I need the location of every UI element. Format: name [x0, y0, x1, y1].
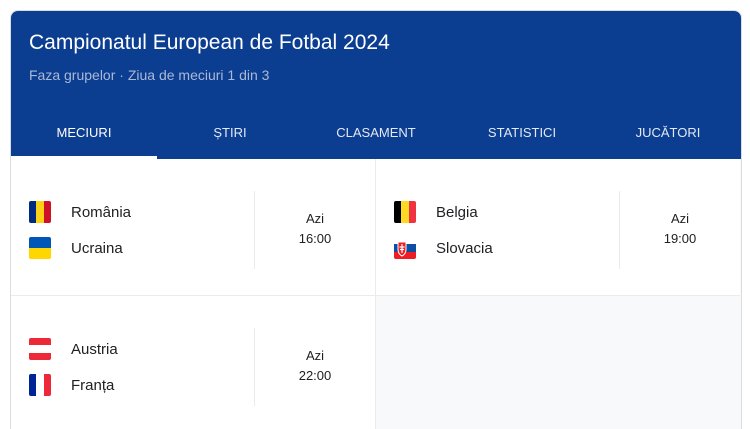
match-card[interactable]: Belgia Slovacia Azi 19:00: [376, 159, 740, 296]
match-day: Azi: [670, 211, 690, 226]
tab-meciuri[interactable]: MECIURI: [11, 111, 157, 159]
match-time: Azi 19:00: [620, 209, 740, 249]
home-team: România: [29, 200, 131, 224]
match-card[interactable]: Austria Franța Azi 22:00: [11, 296, 376, 429]
romania-flag-icon: [29, 201, 51, 223]
tournament-title[interactable]: Campionatul European de Fotbal 2024: [29, 31, 390, 55]
team-name: Austria: [71, 340, 118, 358]
tab-clasament[interactable]: CLASAMENT: [303, 111, 449, 159]
kickoff-time: 16:00: [298, 231, 332, 246]
tab-stiri[interactable]: ȘTIRI: [157, 111, 303, 159]
tab-bar: MECIURI ȘTIRI CLASAMENT STATISTICI JUCĂT…: [11, 111, 741, 159]
slovakia-flag-icon: [394, 237, 416, 259]
team-name: România: [71, 203, 132, 221]
france-flag-icon: [29, 374, 51, 396]
away-team: Ucraina: [29, 236, 123, 260]
kickoff-time: 19:00: [663, 231, 697, 246]
away-team: Slovacia: [394, 236, 493, 260]
match-day: Azi: [305, 348, 325, 363]
belgium-flag-icon: [394, 201, 416, 223]
match-card[interactable]: România Ucraina Azi 16:00: [11, 159, 376, 296]
tab-statistici[interactable]: STATISTICI: [449, 111, 595, 159]
team-name: Slovacia: [436, 239, 493, 257]
team-name: Belgia: [436, 203, 478, 221]
team-name: Franța: [71, 376, 115, 394]
matches-grid: România Ucraina Azi 16:00 Belgia Slovaci…: [11, 159, 741, 429]
kickoff-time: 22:00: [298, 368, 332, 383]
away-team: Franța: [29, 373, 114, 397]
card-header: Campionatul European de Fotbal 2024 Faza…: [11, 11, 741, 159]
austria-flag-icon: [29, 338, 51, 360]
match-time: Azi 16:00: [255, 209, 375, 249]
match-day: Azi: [305, 211, 325, 226]
stage-subtitle: Faza grupelor · Ziua de meciuri 1 din 3: [29, 67, 270, 83]
tab-jucatori[interactable]: JUCĂTORI: [595, 111, 741, 159]
team-name: Ucraina: [71, 239, 123, 257]
sports-card: Campionatul European de Fotbal 2024 Faza…: [10, 10, 742, 429]
match-time: Azi 22:00: [255, 346, 375, 386]
home-team: Belgia: [394, 200, 478, 224]
slovakia-coat-of-arms: [397, 241, 407, 257]
home-team: Austria: [29, 337, 118, 361]
ukraine-flag-icon: [29, 237, 51, 259]
